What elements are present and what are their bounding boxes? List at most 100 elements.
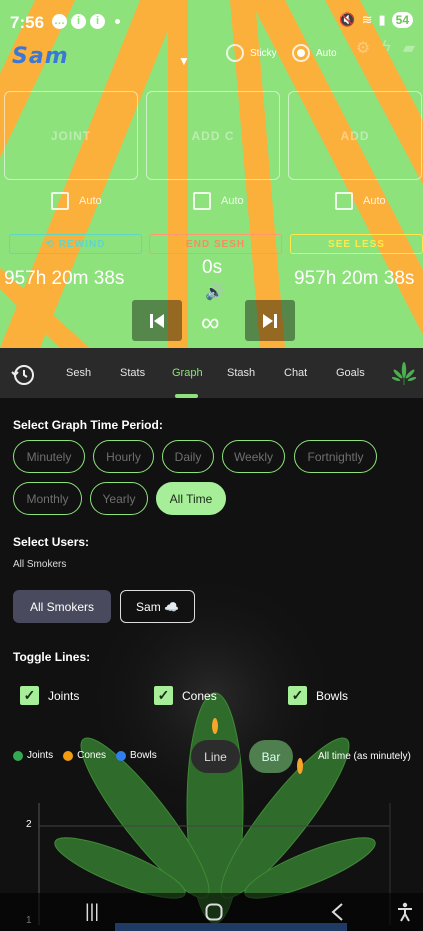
check-icon: ✓ (154, 686, 173, 705)
checkbox-icon (193, 192, 211, 210)
end-sesh-button[interactable]: END SESH (149, 234, 282, 254)
bolt-icon[interactable]: ϟ (382, 38, 390, 58)
see-less-button[interactable]: SEE LESS (290, 234, 423, 254)
auto-check-label: Auto (363, 195, 386, 207)
period-yearly[interactable]: Yearly (90, 482, 148, 515)
legend-label: Joints (27, 750, 54, 761)
period-monthly[interactable]: Monthly (13, 482, 82, 515)
toggle-cones[interactable]: ✓ Cones (154, 686, 217, 705)
all-smokers-button[interactable]: All Smokers (13, 590, 111, 623)
card-label: ADD C (191, 128, 235, 143)
session-header: 7:56 … i i 🔇 ≋ ▮ 54 Sam ▼ Sticky Auto ⚙ … (0, 0, 423, 348)
checkbox-icon (51, 192, 69, 210)
info-icon: i (90, 14, 105, 29)
folder-icon[interactable]: ▰ (403, 38, 415, 58)
line-chart-button[interactable]: Line (191, 740, 240, 773)
bottom-highlight-bar (115, 923, 347, 931)
add-bowl-card[interactable]: ADD (288, 91, 422, 180)
legend-label: Bowls (130, 750, 157, 761)
system-icons: 🔇 ≋ ▮ 54 (339, 12, 413, 28)
period-hourly[interactable]: Hourly (93, 440, 154, 473)
toggle-title: Toggle Lines: (13, 650, 91, 664)
radio-icon (226, 44, 244, 62)
mute-icon: 🔇 (339, 12, 356, 27)
previous-button[interactable] (132, 300, 182, 341)
toggle-label: Joints (48, 688, 80, 703)
back-icon[interactable] (330, 903, 344, 921)
user-logo[interactable]: Sam (12, 44, 69, 69)
home-icon[interactable] (205, 903, 223, 921)
volume-icon[interactable]: 🔊 (205, 283, 224, 301)
auto-checkbox[interactable]: Auto (193, 192, 244, 210)
legend-joints: Joints (13, 750, 53, 761)
toggle-bowls[interactable]: ✓ Bowls (288, 686, 348, 705)
chevron-down-icon[interactable]: ▼ (178, 54, 192, 68)
auto-check-label: Auto (221, 195, 244, 207)
users-title: Select Users: (13, 535, 90, 549)
period-all-time[interactable]: All Time (156, 482, 226, 515)
check-icon: ✓ (288, 686, 307, 705)
infinity-label: ∞ (201, 307, 220, 337)
legend-dot (63, 750, 74, 761)
skip-forward-icon (263, 313, 277, 328)
tab-chat[interactable]: Chat (284, 367, 307, 379)
auto-check-label: Auto (79, 195, 102, 207)
auto-radio[interactable]: Auto (292, 44, 337, 62)
add-cone-card[interactable]: ADD C (146, 91, 280, 180)
settings-icon[interactable]: ⚙ (356, 38, 370, 58)
tab-stash[interactable]: Stash (227, 367, 255, 379)
chart-legend: Joints Cones Bowls (13, 750, 157, 761)
radio-icon (292, 44, 310, 62)
auto-label: Auto (316, 47, 337, 59)
tab-stats[interactable]: Stats (120, 367, 145, 379)
status-time: 7:56 (10, 13, 45, 32)
recent-apps-icon[interactable]: ||| (85, 901, 99, 922)
toggle-joints[interactable]: ✓ Joints (20, 686, 79, 705)
signal-icon: ▮ (378, 12, 386, 27)
legend-bowls: Bowls (116, 750, 157, 761)
period-daily[interactable]: Daily (162, 440, 214, 473)
history-icon[interactable] (11, 363, 35, 387)
sticky-label: Sticky (250, 47, 277, 59)
users-subtitle: All Smokers (13, 559, 67, 570)
toggle-label: Bowls (316, 688, 349, 703)
battery-indicator: 54 (391, 12, 413, 28)
add-joint-card[interactable]: JOINT (4, 91, 138, 180)
rewind-button[interactable]: ⟲ REWIND (9, 234, 142, 254)
sam-user-button[interactable]: Sam ☁️ (120, 590, 195, 623)
bar-chart-button[interactable]: Bar (249, 740, 293, 773)
card-label: ADD (340, 128, 370, 143)
info-icon: i (71, 14, 86, 29)
legend-label: Cones (77, 750, 107, 761)
auto-checkbox[interactable]: Auto (335, 192, 386, 210)
auto-checkbox[interactable]: Auto (51, 192, 102, 210)
legend-dot (13, 750, 23, 761)
header-icons: ⚙ ϟ ▰ (356, 38, 415, 58)
center-timer: 0s (202, 257, 223, 278)
leaf-icon[interactable] (392, 362, 416, 386)
notification-icons: … i i (52, 14, 120, 29)
skip-back-icon (150, 313, 164, 328)
legend-dot (116, 750, 127, 761)
chat-bubble-icon: … (52, 14, 67, 29)
y-tick: 2 (26, 819, 32, 830)
status-bar: 7:56 … i i 🔇 ≋ ▮ 54 (0, 0, 423, 42)
period-weekly[interactable]: Weekly (222, 440, 285, 473)
tab-goals[interactable]: Goals (336, 367, 365, 379)
period-fortnightly[interactable]: Fortnightly (294, 440, 377, 473)
wifi-icon: ≋ (361, 12, 373, 27)
period-title: Select Graph Time Period: (13, 418, 163, 432)
toggle-label: Cones (182, 688, 217, 703)
right-timer: 957h 20m 38s (294, 268, 415, 289)
tab-sesh[interactable]: Sesh (66, 367, 91, 379)
checkbox-icon (335, 192, 353, 210)
left-timer: 957h 20m 38s (4, 268, 125, 289)
sticky-radio[interactable]: Sticky (226, 44, 277, 62)
period-label: All time (as minutely) (318, 751, 411, 762)
legend-cones: Cones (63, 750, 106, 761)
tab-graph[interactable]: Graph (172, 367, 203, 379)
card-label: JOINT (50, 128, 92, 143)
period-minutely[interactable]: Minutely (13, 440, 85, 473)
next-button[interactable] (245, 300, 295, 341)
accessibility-icon[interactable] (396, 902, 414, 922)
